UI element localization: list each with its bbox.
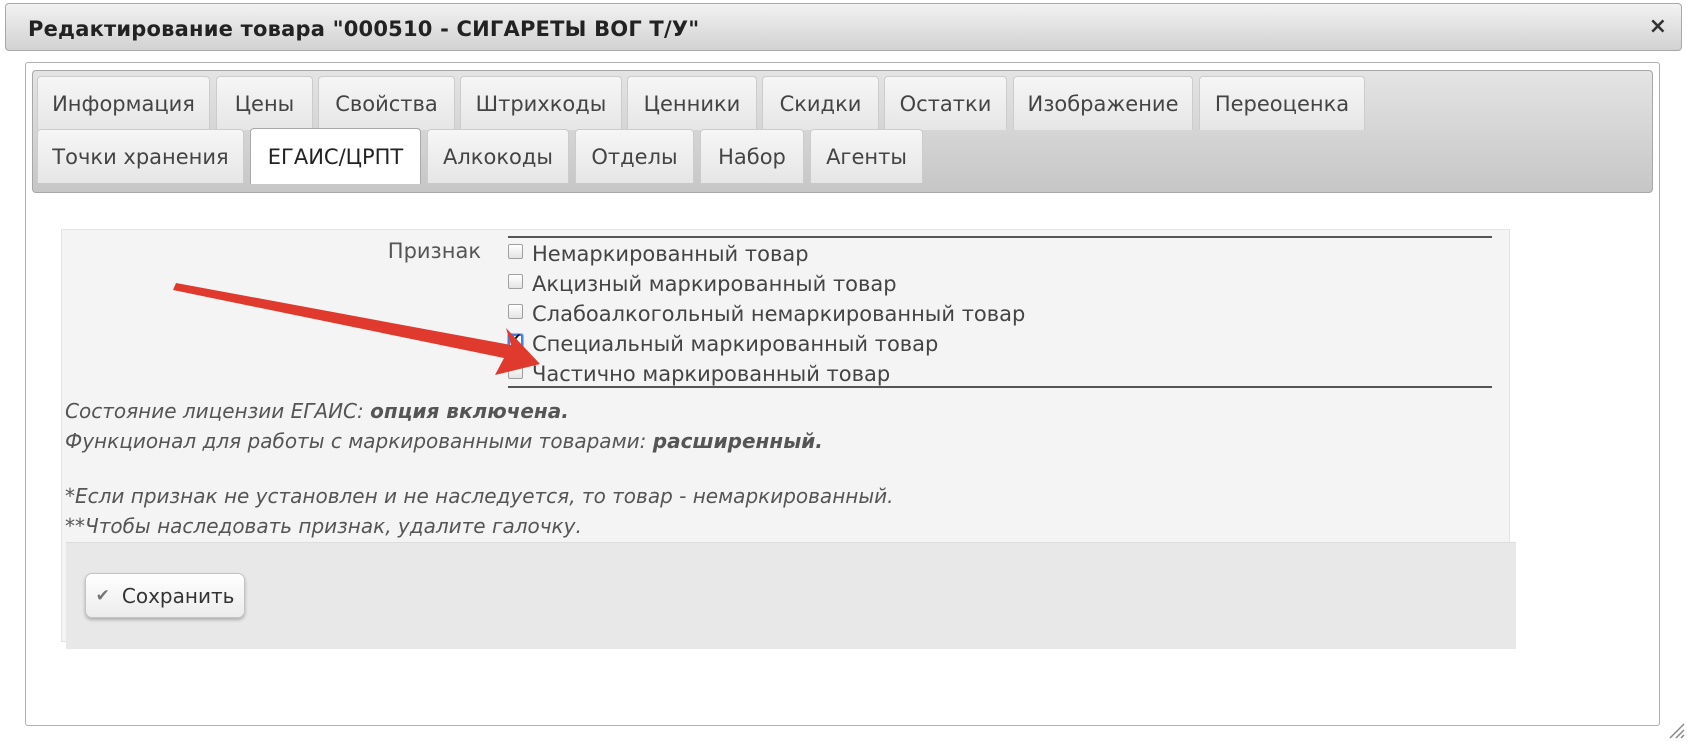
tab-set[interactable]: Набор <box>700 129 804 183</box>
tab-storage-points[interactable]: Точки хранения <box>37 129 244 183</box>
tab-image[interactable]: Изображение <box>1013 76 1193 130</box>
option-label: Немаркированный товар <box>532 242 809 266</box>
checkbox-special-marked[interactable] <box>508 331 523 349</box>
options-top-divider <box>508 236 1492 238</box>
tab-egais-crpt[interactable]: ЕГАИС/ЦРПТ <box>250 128 421 184</box>
tab-price-tags[interactable]: Ценники <box>627 76 757 130</box>
close-icon[interactable]: × <box>1649 14 1667 40</box>
check-icon: ✔ <box>95 585 110 606</box>
checkbox-unmarked[interactable] <box>508 243 523 259</box>
tab-info[interactable]: Информация <box>37 76 210 130</box>
tab-properties[interactable]: Свойства <box>318 76 455 130</box>
tabs-bar: Информация Цены Свойства Штрихкоды Ценни… <box>32 70 1653 193</box>
functional-status: Функционал для работы с маркированными т… <box>65 429 823 453</box>
checkbox-low-alcohol-unmarked[interactable] <box>508 303 523 319</box>
tab-prices[interactable]: Цены <box>216 76 313 130</box>
functional-status-label: Функционал для работы с маркированными т… <box>65 429 653 453</box>
option-excise-marked[interactable]: Акцизный маркированный товар <box>508 270 897 298</box>
option-label: Слабоалкогольный немаркированный товар <box>532 302 1026 326</box>
property-label: Признак <box>387 239 481 263</box>
tab-alcocodes[interactable]: Алкокоды <box>427 129 569 183</box>
option-label: Акцизный маркированный товар <box>532 272 897 296</box>
save-button[interactable]: ✔ Сохранить <box>85 573 245 618</box>
option-partially-marked[interactable]: Частично маркированный товар <box>508 360 890 388</box>
option-label: Частично маркированный товар <box>532 362 891 386</box>
tab-discounts[interactable]: Скидки <box>762 76 879 130</box>
options-bottom-divider <box>508 386 1492 388</box>
option-low-alcohol-unmarked[interactable]: Слабоалкогольный немаркированный товар <box>508 300 1025 328</box>
option-special-marked[interactable]: Специальный маркированный товар <box>508 330 938 358</box>
functional-status-value: расширенный. <box>652 429 823 453</box>
tab-revaluation[interactable]: Переоценка <box>1199 76 1365 130</box>
save-button-label: Сохранить <box>121 583 235 608</box>
checkbox-excise-marked[interactable] <box>508 273 523 289</box>
checkbox-partially-marked[interactable] <box>508 363 523 379</box>
option-unmarked[interactable]: Немаркированный товар <box>508 240 809 268</box>
tab-stock[interactable]: Остатки <box>884 76 1007 130</box>
tab-barcodes[interactable]: Штрихкоды <box>460 76 622 130</box>
tab-agents[interactable]: Агенты <box>810 129 923 183</box>
resize-grip-icon[interactable] <box>1667 721 1685 739</box>
license-status: Состояние лицензии ЕГАИС: опция включена… <box>65 399 569 423</box>
license-status-label: Состояние лицензии ЕГАИС: <box>65 399 371 423</box>
tab-departments[interactable]: Отделы <box>575 129 694 183</box>
dialog-titlebar[interactable]: Редактирование товара "000510 - СИГАРЕТЫ… <box>5 3 1682 51</box>
form-footer: ✔ Сохранить <box>66 542 1516 649</box>
dialog-title: Редактирование товара "000510 - СИГАРЕТЫ… <box>28 17 700 41</box>
dialog-content: Информация Цены Свойства Штрихкоды Ценни… <box>25 62 1660 726</box>
egais-panel: Признак Немаркированный товар Акцизный м… <box>61 229 1516 649</box>
edit-product-dialog: Редактирование товара "000510 - СИГАРЕТЫ… <box>0 0 1687 741</box>
license-status-value: опция включена. <box>370 399 569 423</box>
option-label: Специальный маркированный товар <box>532 332 939 356</box>
note-not-set: *Если признак не установлен и не наследу… <box>65 484 894 508</box>
note-inherit: **Чтобы наследовать признак, удалите гал… <box>65 514 582 538</box>
